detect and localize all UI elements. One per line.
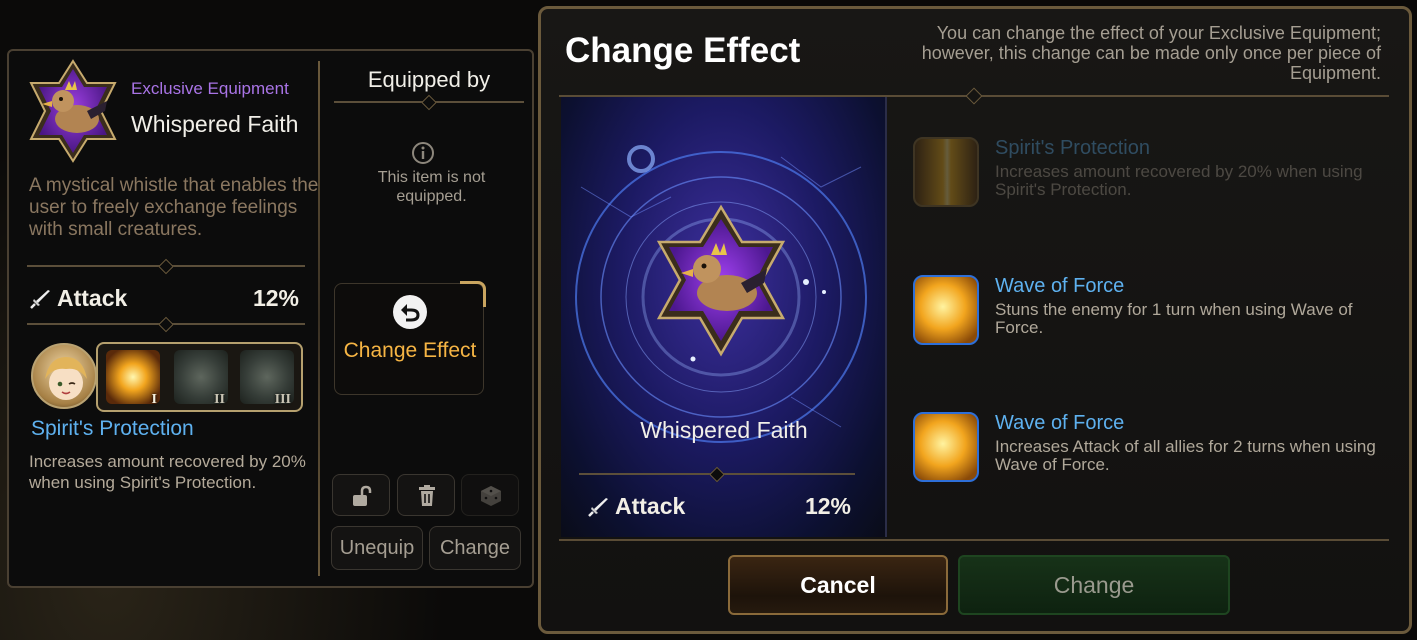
slot-numeral: III [274, 392, 291, 407]
duck-whistle-icon [29, 59, 117, 163]
stat-row: Attack 12% [29, 285, 299, 313]
ornament-divider [579, 473, 855, 475]
effect-option-1[interactable]: Wave of Force Stuns the enemy for 1 turn… [913, 275, 1383, 365]
stat-name: Attack [57, 285, 128, 311]
lock-button[interactable] [332, 474, 390, 516]
skill-description: Increases amount recovered by 20% when u… [29, 452, 306, 492]
change-button[interactable]: Change [429, 526, 521, 570]
effect-option-2[interactable]: Wave of Force Increases Attack of all al… [913, 412, 1383, 502]
dialog-note: You can change the effect of your Exclus… [921, 23, 1381, 83]
delete-button[interactable] [397, 474, 455, 516]
sword-icon [30, 290, 50, 309]
confirm-change-button[interactable]: Change [958, 555, 1230, 615]
change-effect-button[interactable]: Change Effect [334, 281, 486, 395]
equipment-name: Whispered Faith [131, 111, 299, 137]
equipment-preview: Whispered Faith Attack 12% [561, 97, 887, 537]
button-corner-ornament [460, 281, 486, 307]
equipment-kind: Exclusive Equipment [131, 79, 289, 98]
info-icon [412, 142, 434, 164]
skill-slot-2[interactable]: II [174, 350, 228, 407]
slot-numeral: II [214, 392, 225, 407]
option-description: Increases amount recovered by 20% when u… [995, 162, 1363, 199]
sword-icon [588, 498, 608, 517]
wave-of-force-icon [913, 275, 979, 345]
unequip-button[interactable]: Unequip [331, 526, 423, 570]
spirits-protection-icon [913, 137, 979, 207]
preview-stat-row: Attack 12% [587, 493, 851, 521]
ornament-divider [334, 101, 524, 103]
skill-title: Spirit's Protection [31, 417, 194, 440]
effect-option-current[interactable]: Spirit's Protection Increases amount rec… [913, 137, 1383, 227]
stat-value: 12% [804, 493, 851, 519]
option-name: Wave of Force [995, 412, 1125, 434]
change-effect-dialog: Change Effect You can change the effect … [538, 6, 1412, 634]
undo-icon [393, 295, 427, 329]
dialog-title: Change Effect [565, 31, 801, 70]
item-detail-panel: Exclusive Equipment Whispered Faith A my… [7, 49, 534, 588]
dice-icon [481, 486, 501, 506]
stat-value: 12% [252, 285, 299, 311]
reroll-button[interactable] [461, 474, 519, 516]
skill-slot-1[interactable]: I [106, 350, 160, 407]
hero-avatar[interactable] [31, 343, 97, 409]
option-description: Stuns the enemy for 1 turn when using Wa… [995, 300, 1353, 337]
equipped-by-title: Equipped by [367, 67, 491, 92]
skill-slot-strip: I II III [96, 342, 303, 412]
trash-icon [419, 485, 435, 506]
preview-equipment-name: Whispered Faith [640, 417, 808, 443]
wave-of-force-icon [913, 412, 979, 482]
ornament-divider [27, 265, 305, 267]
dialog-footer-rule [559, 539, 1389, 541]
magic-circle-graphic [575, 145, 867, 443]
unlock-icon [353, 485, 372, 506]
equipment-description: A mystical whistle that enables the user… [29, 175, 319, 240]
slot-numeral: I [151, 392, 157, 407]
option-name: Spirit's Protection [995, 137, 1150, 159]
ornament-divider [27, 323, 305, 325]
cancel-button[interactable]: Cancel [728, 555, 948, 615]
equip-status: This item is not equipped. [377, 169, 486, 205]
skill-slot-3[interactable]: III [240, 350, 294, 407]
option-description: Increases Attack of all allies for 2 tur… [995, 437, 1376, 474]
stat-name: Attack [615, 493, 686, 519]
panel-divider [318, 61, 320, 576]
option-name: Wave of Force [995, 275, 1125, 297]
change-effect-label: Change Effect [343, 339, 477, 362]
